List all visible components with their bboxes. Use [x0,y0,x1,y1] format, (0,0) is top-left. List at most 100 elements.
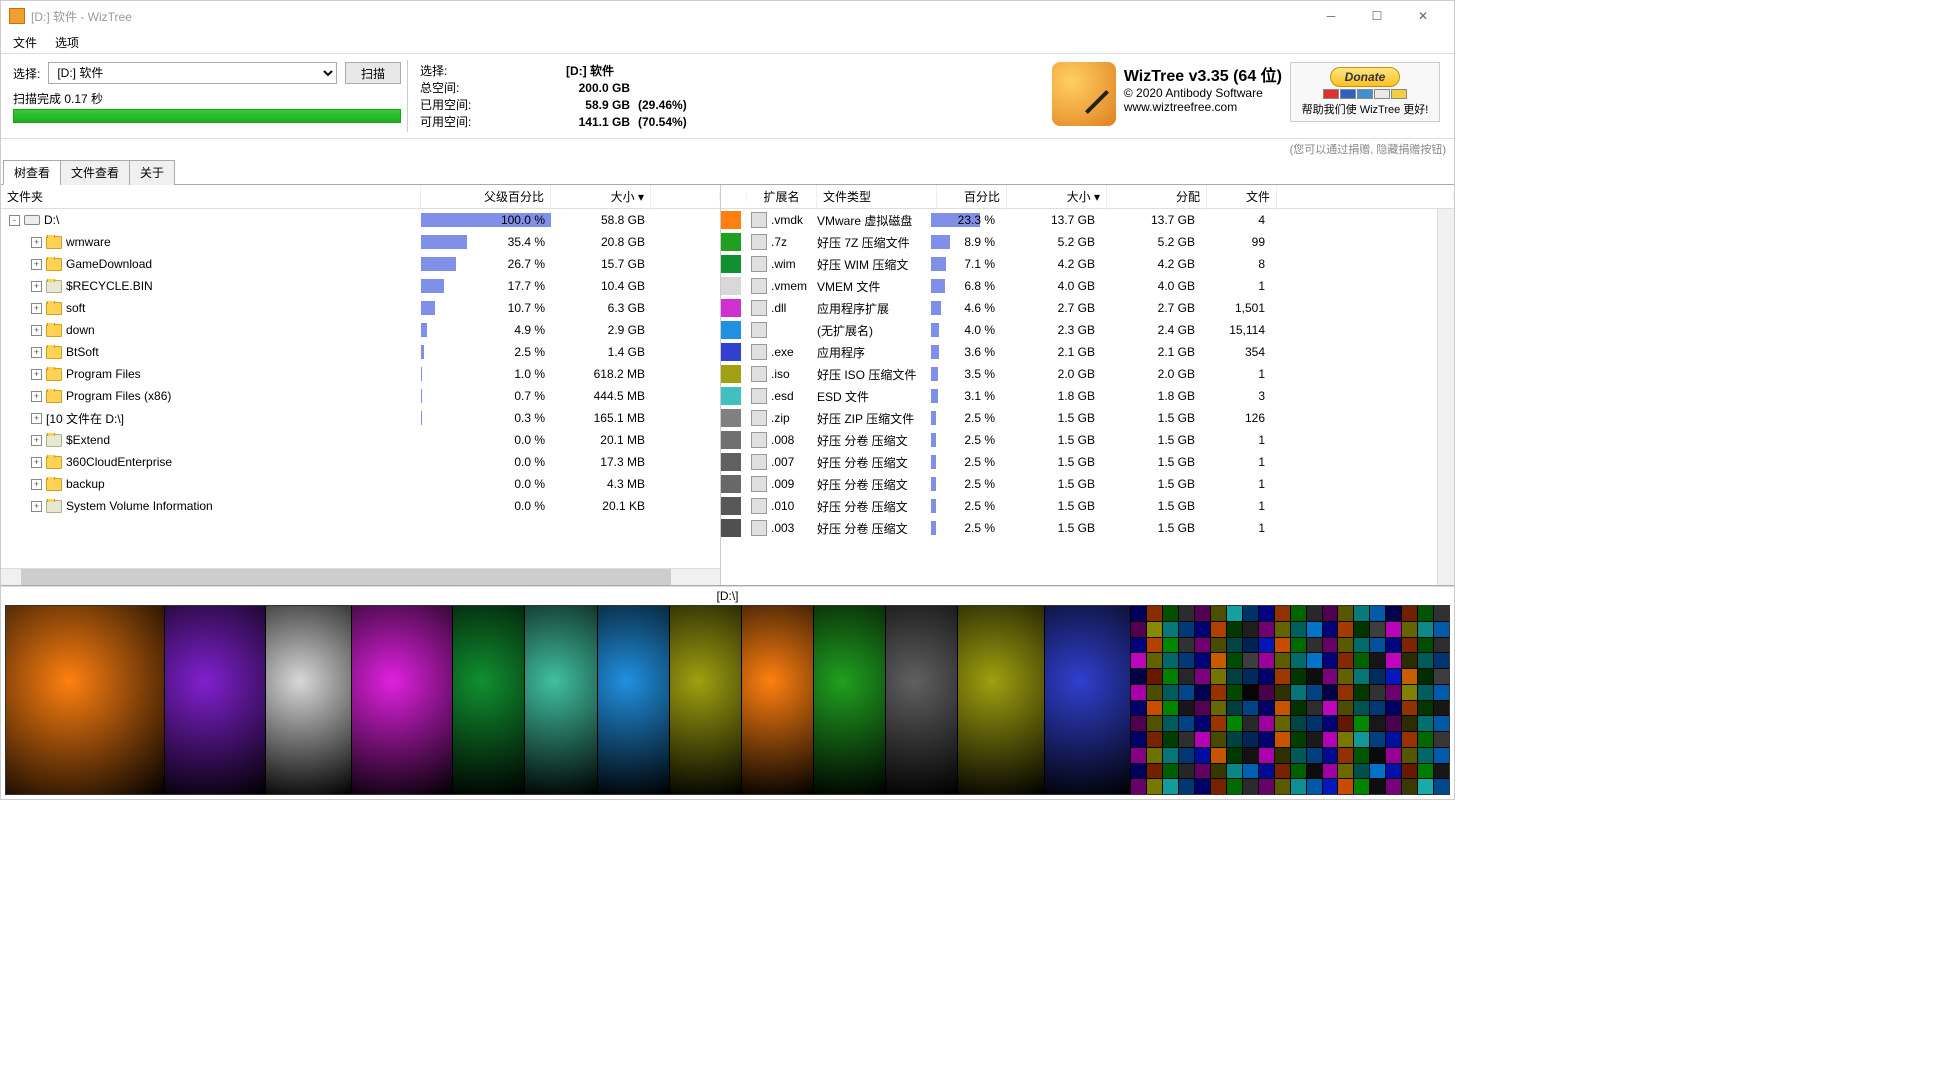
treemap-block[interactable] [525,606,597,794]
treemap-block[interactable] [814,606,886,794]
ext-color-swatch [721,321,741,339]
expand-toggle[interactable]: + [31,413,42,424]
expand-toggle[interactable]: + [31,391,42,402]
tree-row[interactable]: +BtSoft2.5 %1.4 GB [1,341,720,363]
hdr-pct[interactable]: 百分比 [937,185,1007,209]
close-button[interactable]: ✕ [1400,1,1446,31]
menu-options[interactable]: 选项 [47,32,87,53]
tree-row[interactable]: +System Volume Information0.0 %20.1 KB [1,495,720,517]
expand-toggle[interactable]: + [31,347,42,358]
hdr-ext-size[interactable]: 大小 ▾ [1007,185,1107,209]
tree-row[interactable]: +$Extend0.0 %20.1 MB [1,429,720,451]
tab-tree[interactable]: 树查看 [3,160,61,185]
hdr-ext[interactable]: 扩展名 [747,185,817,209]
expand-toggle[interactable]: + [31,303,42,314]
ext-color-swatch [721,233,741,251]
treemap-block[interactable] [670,606,742,794]
folder-name: BtSoft [66,345,99,359]
ext-row[interactable]: .7z好压 7Z 压缩文件8.9 %5.2 GB5.2 GB99 [721,231,1437,253]
expand-toggle[interactable]: + [31,435,42,446]
expand-toggle[interactable]: + [31,369,42,380]
tree-row[interactable]: +down4.9 %2.9 GB [1,319,720,341]
ext-row[interactable]: .008好压 分卷 压缩文2.5 %1.5 GB1.5 GB1 [721,429,1437,451]
pct-value: 1.0 % [514,367,545,381]
expand-toggle[interactable]: + [31,479,42,490]
hdr-alloc[interactable]: 分配 [1107,185,1207,209]
treemap-block[interactable] [598,606,670,794]
pct-value: 2.5 % [514,345,545,359]
ext-row[interactable]: .009好压 分卷 压缩文2.5 %1.5 GB1.5 GB1 [721,473,1437,495]
ext-type: 应用程序扩展 [811,300,931,317]
tree-row[interactable]: +GameDownload26.7 %15.7 GB [1,253,720,275]
menu-file[interactable]: 文件 [5,32,45,53]
ext-row[interactable]: .010好压 分卷 压缩文2.5 %1.5 GB1.5 GB1 [721,495,1437,517]
hdr-type[interactable]: 文件类型 [817,185,937,209]
expand-toggle[interactable]: + [31,457,42,468]
tree-row[interactable]: +backup0.0 %4.3 MB [1,473,720,495]
folder-name: Program Files (x86) [66,389,171,403]
minimize-button[interactable]: ─ [1308,1,1354,31]
ext-row[interactable]: .zip好压 ZIP 压缩文件2.5 %1.5 GB1.5 GB126 [721,407,1437,429]
tree-row[interactable]: -D:\100.0 %58.8 GB [1,209,720,231]
v-scrollbar[interactable] [1437,209,1454,585]
ext-row[interactable]: .esdESD 文件3.1 %1.8 GB1.8 GB3 [721,385,1437,407]
ext-alloc: 1.5 GB [1101,455,1201,469]
tree-row[interactable]: +Program Files (x86)0.7 %444.5 MB [1,385,720,407]
ext-type: 好压 ISO 压缩文件 [811,366,931,383]
scan-button[interactable]: 扫描 [345,62,401,84]
folder-name: D:\ [44,213,59,227]
drive-select[interactable]: [D:] 软件 [48,62,337,84]
treemap-block[interactable] [165,606,266,794]
tree-row[interactable]: +360CloudEnterprise0.0 %17.3 MB [1,451,720,473]
tree-row[interactable]: +Program Files1.0 %618.2 MB [1,363,720,385]
expand-toggle[interactable]: + [31,259,42,270]
treemap-block[interactable] [453,606,525,794]
expand-toggle[interactable]: + [31,325,42,336]
treemap[interactable] [5,605,1450,795]
ext-row[interactable]: .007好压 分卷 压缩文2.5 %1.5 GB1.5 GB1 [721,451,1437,473]
hdr-files[interactable]: 文件 [1207,185,1277,209]
ext-row[interactable]: (无扩展名)4.0 %2.3 GB2.4 GB15,114 [721,319,1437,341]
tab-about[interactable]: 关于 [129,160,175,185]
treemap-block[interactable] [742,606,814,794]
ext-alloc: 1.5 GB [1101,521,1201,535]
ext-size: 5.2 GB [1001,235,1101,249]
website-link[interactable]: www.wiztreefree.com [1124,100,1282,114]
treemap-block[interactable] [958,606,1045,794]
ext-row[interactable]: .iso好压 ISO 压缩文件3.5 %2.0 GB2.0 GB1 [721,363,1437,385]
hdr-parent-pct[interactable]: 父级百分比 [421,185,551,209]
hdr-folder[interactable]: 文件夹 [1,185,421,209]
treemap-block[interactable] [886,606,958,794]
scan-status: 扫描完成 0.17 秒 [13,90,401,107]
expand-toggle[interactable]: + [31,237,42,248]
expand-toggle[interactable]: + [31,281,42,292]
ext-row[interactable]: .dll应用程序扩展4.6 %2.7 GB2.7 GB1,501 [721,297,1437,319]
treemap-block[interactable] [352,606,453,794]
treemap-block[interactable] [6,606,165,794]
tree-row[interactable]: +$RECYCLE.BIN17.7 %10.4 GB [1,275,720,297]
pct-value: 0.0 % [514,499,545,513]
expand-toggle[interactable]: + [31,501,42,512]
donate-button[interactable]: Donate [1330,67,1401,87]
treemap-block[interactable] [1131,606,1448,794]
ext-row[interactable]: .exe应用程序3.6 %2.1 GB2.1 GB354 [721,341,1437,363]
h-scrollbar[interactable] [1,568,720,585]
tab-files[interactable]: 文件查看 [60,160,130,185]
tree-row[interactable]: +[10 文件在 D:\]0.3 %165.1 MB [1,407,720,429]
ext-files: 1,501 [1201,301,1271,315]
expand-toggle[interactable]: - [9,215,20,226]
ext-alloc: 2.4 GB [1101,323,1201,337]
ext-type: 好压 WIM 压缩文 [811,256,931,273]
hdr-size[interactable]: 大小 ▾ [551,185,651,209]
ext-row[interactable]: .wim好压 WIM 压缩文7.1 %4.2 GB4.2 GB8 [721,253,1437,275]
tree-row[interactable]: +soft10.7 %6.3 GB [1,297,720,319]
folder-icon [46,302,62,315]
tree-row[interactable]: +wmware35.4 %20.8 GB [1,231,720,253]
app-window: [D:] 软件 - WizTree ─ ☐ ✕ 文件 选项 选择: [D:] 软… [0,0,1455,800]
treemap-block[interactable] [266,606,353,794]
ext-row[interactable]: .vmemVMEM 文件6.8 %4.0 GB4.0 GB1 [721,275,1437,297]
ext-row[interactable]: .003好压 分卷 压缩文2.5 %1.5 GB1.5 GB1 [721,517,1437,539]
ext-row[interactable]: .vmdkVMware 虚拟磁盘23.3 %13.7 GB13.7 GB4 [721,209,1437,231]
treemap-block[interactable] [1045,606,1132,794]
maximize-button[interactable]: ☐ [1354,1,1400,31]
